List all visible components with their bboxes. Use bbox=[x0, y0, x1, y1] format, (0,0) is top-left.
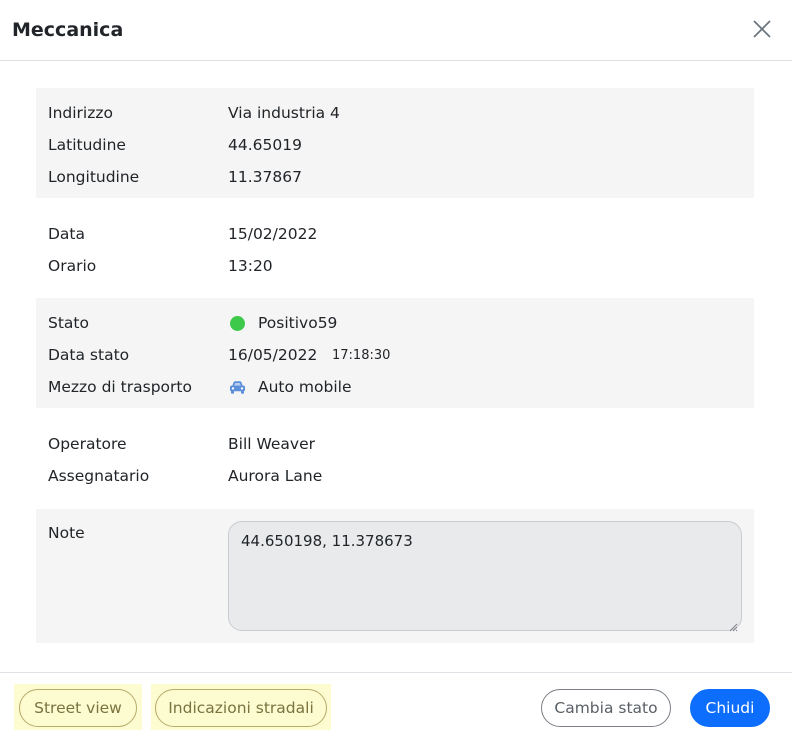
change-state-button[interactable]: Cambia stato bbox=[541, 689, 671, 727]
notes-label: Note bbox=[48, 524, 85, 542]
date-value: 15/02/2022 bbox=[228, 225, 318, 243]
status-section: Stato Positivo59 Data stato 16/05/2022 1… bbox=[36, 298, 754, 408]
state-date-value: 16/05/2022 bbox=[228, 346, 318, 364]
longitude-row: Longitudine 11.37867 bbox=[36, 166, 754, 188]
state-row: Stato Positivo59 bbox=[36, 312, 754, 334]
longitude-value: 11.37867 bbox=[228, 168, 302, 186]
operator-row: Operatore Bill Weaver bbox=[36, 433, 754, 455]
notes-value: 44.650198, 11.378673 bbox=[241, 532, 413, 550]
car-icon bbox=[229, 379, 246, 394]
transport-value: Auto mobile bbox=[258, 378, 352, 396]
location-section: Indirizzo Via industria 4 Latitudine 44.… bbox=[36, 88, 754, 198]
transport-row: Mezzo di trasporto Auto mobile bbox=[36, 376, 754, 398]
address-label: Indirizzo bbox=[48, 104, 113, 122]
close-button[interactable]: Chiudi bbox=[690, 689, 770, 727]
latitude-row: Latitudine 44.65019 bbox=[36, 134, 754, 156]
time-label: Orario bbox=[48, 257, 97, 275]
assignee-row: Assegnatario Aurora Lane bbox=[36, 465, 754, 487]
time-row: Orario 13:20 bbox=[36, 255, 754, 277]
address-row: Indirizzo Via industria 4 bbox=[36, 102, 754, 124]
date-row: Data 15/02/2022 bbox=[36, 223, 754, 245]
time-value: 13:20 bbox=[228, 257, 273, 275]
address-value: Via industria 4 bbox=[228, 104, 340, 122]
longitude-label: Longitudine bbox=[48, 168, 140, 186]
modal-header: Meccanica bbox=[0, 0, 792, 61]
state-value: Positivo59 bbox=[258, 314, 338, 332]
notes-section: Note 44.650198, 11.378673 bbox=[36, 509, 754, 643]
state-time-value: 17:18:30 bbox=[332, 348, 391, 363]
street-view-button[interactable]: Street view bbox=[19, 689, 137, 727]
close-icon[interactable] bbox=[750, 17, 774, 41]
state-label: Stato bbox=[48, 314, 89, 332]
schedule-section: Data 15/02/2022 Orario 13:20 bbox=[36, 207, 754, 289]
transport-label: Mezzo di trasporto bbox=[48, 378, 192, 396]
modal-title: Meccanica bbox=[12, 19, 124, 41]
people-section: Operatore Bill Weaver Assegnatario Auror… bbox=[36, 417, 754, 499]
assignee-label: Assegnatario bbox=[48, 467, 150, 485]
notes-textarea[interactable]: 44.650198, 11.378673 bbox=[228, 521, 742, 632]
latitude-value: 44.65019 bbox=[228, 136, 302, 154]
operator-value: Bill Weaver bbox=[228, 435, 316, 453]
assignee-value: Aurora Lane bbox=[228, 467, 323, 485]
status-dot-icon bbox=[230, 316, 245, 331]
date-label: Data bbox=[48, 225, 86, 243]
resize-grip-icon[interactable] bbox=[728, 617, 738, 632]
directions-button[interactable]: Indicazioni stradali bbox=[155, 689, 327, 727]
operator-label: Operatore bbox=[48, 435, 127, 453]
state-date-row: Data stato 16/05/2022 17:18:30 bbox=[36, 344, 754, 366]
latitude-label: Latitudine bbox=[48, 136, 126, 154]
state-date-label: Data stato bbox=[48, 346, 130, 364]
modal-footer: Street view Indicazioni stradali Cambia … bbox=[0, 672, 792, 739]
